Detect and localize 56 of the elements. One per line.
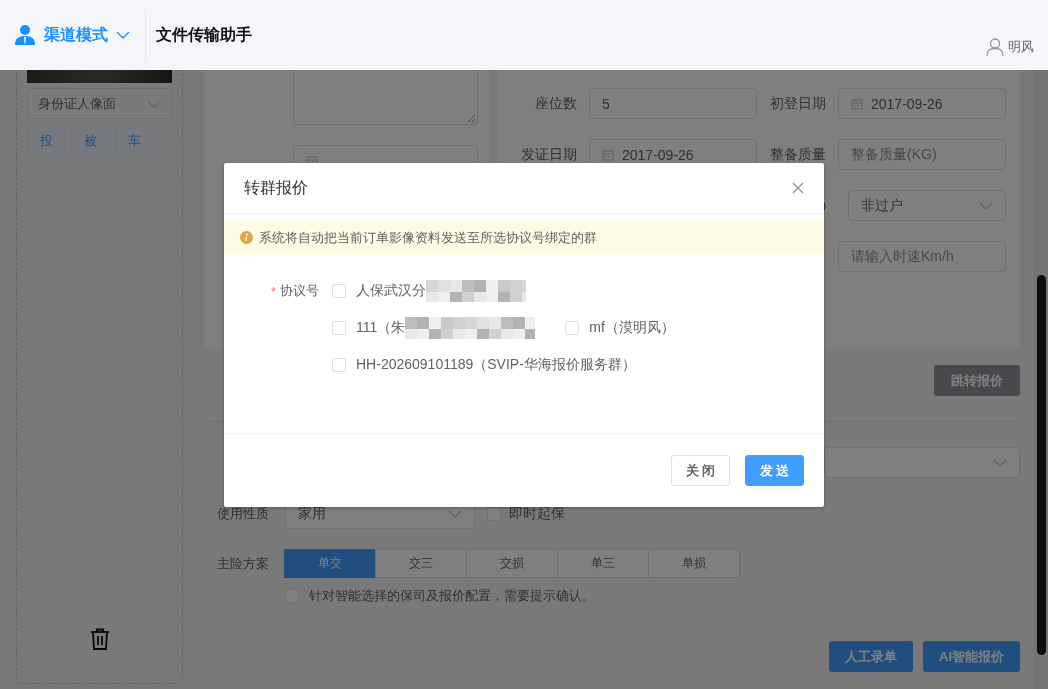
option-label[interactable]: 人保武汉分 xyxy=(356,282,426,300)
required-mark: * xyxy=(270,283,276,299)
close-button[interactable]: 关 闭 xyxy=(671,455,730,486)
segment-tab[interactable]: 单交 xyxy=(284,549,376,578)
select-value: 身份证人像面 xyxy=(38,94,116,113)
chevron-down-icon xyxy=(116,31,130,39)
resize-grip-icon xyxy=(467,114,475,122)
checkbox[interactable] xyxy=(332,358,346,372)
option-label[interactable]: HH-202609101189（SVIP-华海报价服务群） xyxy=(356,356,636,374)
calendar-icon xyxy=(851,97,863,110)
field-label: 主险方案 xyxy=(217,554,270,573)
trash-icon xyxy=(89,628,110,650)
tag-button[interactable]: 车 xyxy=(115,126,154,155)
user-menu[interactable]: 明风 xyxy=(986,38,1034,56)
segment-tab[interactable]: 单三 xyxy=(557,549,649,578)
dialog-title: 转群报价 xyxy=(244,177,308,198)
checkbox[interactable] xyxy=(565,321,580,335)
document-type-select[interactable]: 身份证人像面 xyxy=(27,88,172,119)
checkbox-label: 即时起保 xyxy=(509,504,565,523)
field-label: 整备质量 xyxy=(769,144,826,164)
chevron-down-icon xyxy=(993,458,1007,467)
mode-label: 渠道模式 xyxy=(44,24,108,45)
close-icon[interactable] xyxy=(792,182,804,194)
field-label: 使用性质 xyxy=(217,504,270,523)
field-label: 协议号 xyxy=(280,282,319,300)
select-field[interactable]: 非过户 xyxy=(848,190,1006,221)
chevron-down-icon xyxy=(448,509,462,518)
person-icon xyxy=(14,24,36,46)
segment-tab[interactable]: 交三 xyxy=(375,549,467,578)
checkbox[interactable] xyxy=(332,284,346,298)
send-button[interactable]: 发 送 xyxy=(745,455,804,486)
page-title: 文件传输助手 xyxy=(156,24,252,45)
field-label: 座位数 xyxy=(534,93,577,113)
segment-tab[interactable]: 交损 xyxy=(466,549,558,578)
select-field[interactable] xyxy=(824,447,1020,478)
segment-tab[interactable]: 单损 xyxy=(648,549,740,578)
date-field[interactable]: 2017-09-26 xyxy=(838,88,1006,119)
chevron-down-icon xyxy=(979,201,993,210)
field-label: 发证日期 xyxy=(520,144,577,164)
action-button[interactable]: 人工录单 xyxy=(829,641,913,672)
tag-button[interactable]: 被 xyxy=(71,126,110,155)
chevron-down-icon xyxy=(147,99,161,108)
input-field[interactable]: 5 xyxy=(589,88,757,119)
notice-text: 系统将自动把当前订单影像资料发送至所选协议号绑定的群 xyxy=(259,228,597,247)
checkbox[interactable] xyxy=(332,321,346,335)
field-label: 初登日期 xyxy=(769,93,826,113)
user-icon xyxy=(986,38,1004,56)
option-label[interactable]: 111（朱 xyxy=(356,319,406,337)
option-label[interactable]: mf（漠明风） xyxy=(589,319,675,337)
tag-button[interactable]: 投 xyxy=(27,126,66,155)
action-button[interactable]: AI智能报价 xyxy=(923,641,1020,672)
mode-selector[interactable]: 渠道模式 xyxy=(14,9,146,61)
calendar-icon xyxy=(602,148,614,161)
scroll-thumb[interactable] xyxy=(1037,275,1046,655)
info-icon xyxy=(240,231,253,244)
checkbox-label: 针对智能选择的保司及报价配置，需要提示确认。 xyxy=(309,587,595,605)
